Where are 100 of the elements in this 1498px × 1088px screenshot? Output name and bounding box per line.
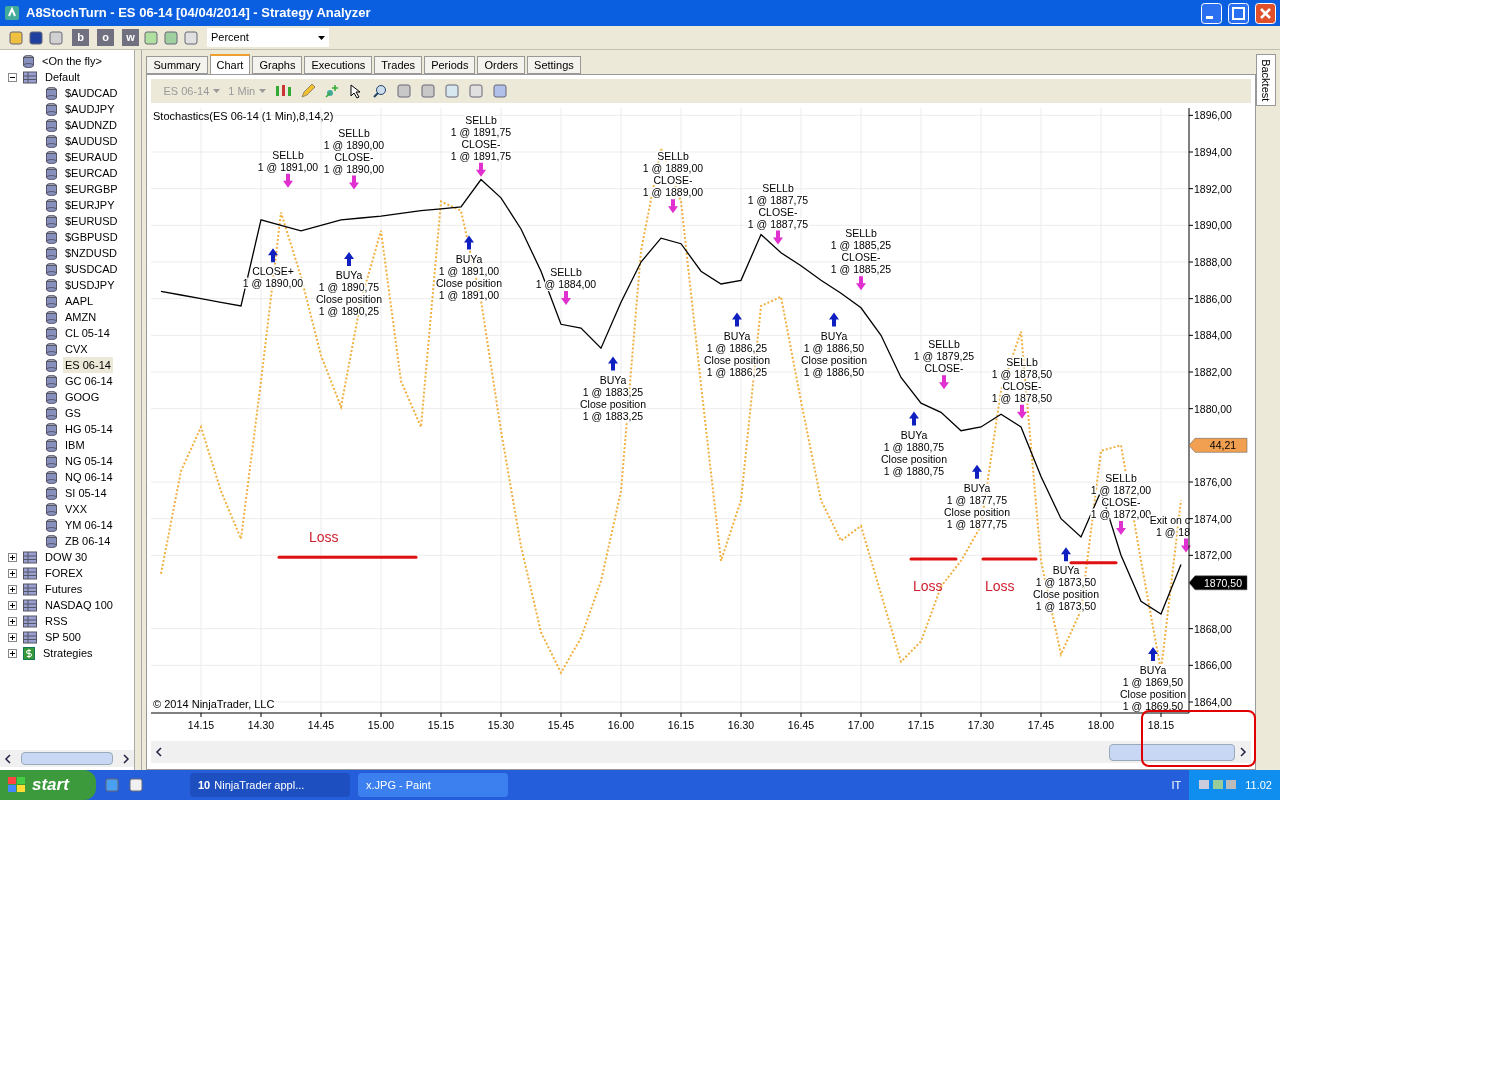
tree-item[interactable]: $AUDJPY xyxy=(63,100,117,118)
tree-item[interactable]: SP 500 xyxy=(43,628,83,646)
start-button[interactable]: start xyxy=(0,770,96,800)
axis-label: 15.30 xyxy=(488,719,515,731)
expand-icon[interactable] xyxy=(8,648,17,658)
letter-toolbar-button[interactable]: o xyxy=(97,29,114,46)
tree-item[interactable]: AAPL xyxy=(63,292,96,310)
database-icon xyxy=(46,182,57,196)
tree-item[interactable]: GC 06-14 xyxy=(63,372,115,390)
tree-item[interactable]: ZB 06-14 xyxy=(63,532,113,550)
trade-label: BUYa 1 @ 1890,75 Close position 1 @ 1890,25 xyxy=(316,269,383,317)
tree-item[interactable]: $EURUSD xyxy=(63,212,120,230)
database-icon xyxy=(46,166,57,180)
tab[interactable]: Chart xyxy=(209,54,251,74)
axis-label: 18.15 xyxy=(1148,719,1175,731)
backtest-side-tab[interactable]: Backtest xyxy=(1256,54,1277,106)
tree-item[interactable]: Default xyxy=(43,68,82,86)
buy-arrow-icon xyxy=(732,312,743,327)
scrollbar-thumb[interactable] xyxy=(1109,743,1236,761)
sell-arrow-icon xyxy=(1116,521,1127,536)
database-group-icon xyxy=(23,70,37,84)
tree-item[interactable]: $AUDCAD xyxy=(63,84,120,102)
tree-item[interactable]: $EURCAD xyxy=(63,164,120,182)
database-icon xyxy=(46,486,57,500)
tree-item[interactable]: $EURAUD xyxy=(63,148,120,166)
zoom-icon[interactable] xyxy=(372,83,389,99)
tree-item[interactable]: $AUDNZD xyxy=(63,116,119,134)
tree-item[interactable]: HG 05-14 xyxy=(63,420,115,438)
tree-item[interactable]: $AUDUSD xyxy=(63,132,120,150)
tree-item[interactable]: IBM xyxy=(63,436,87,454)
sell-arrow-icon xyxy=(349,175,360,190)
tree-item[interactable]: NASDAQ 100 xyxy=(43,596,115,614)
tree-item[interactable]: VXX xyxy=(63,500,89,518)
tab[interactable]: Executions xyxy=(304,56,373,74)
axis-label: 15.45 xyxy=(548,719,575,731)
tree-item[interactable]: YM 06-14 xyxy=(63,516,115,534)
tree-item[interactable]: NQ 06-14 xyxy=(63,468,115,486)
language-indicator: IT xyxy=(1171,777,1182,793)
tab[interactable]: Trades xyxy=(374,56,423,74)
taskbar-button[interactable]: x.JPG - Paint xyxy=(358,773,508,797)
tree-item[interactable]: $USDCAD xyxy=(63,260,120,278)
percent-dropdown[interactable]: Percent xyxy=(207,28,329,47)
tree-item[interactable]: ES 06-14 xyxy=(63,356,113,374)
tab[interactable]: Summary xyxy=(146,56,208,74)
taskbar-button[interactable]: 10 NinjaTrader appl... xyxy=(190,773,350,797)
tab[interactable]: Settings xyxy=(527,56,581,74)
tree-item[interactable]: Futures xyxy=(43,580,85,598)
axis-label: 17.45 xyxy=(1028,719,1055,731)
sell-arrow-icon xyxy=(1017,404,1028,419)
letter-toolbar-button[interactable]: w xyxy=(122,29,139,46)
trade-label: BUYa 1 @ 1886,50 Close position 1 @ 1886,50 xyxy=(801,329,868,378)
letter-toolbar-button[interactable]: b xyxy=(72,29,89,46)
axis-label: 14.45 xyxy=(308,719,335,731)
close-button[interactable] xyxy=(1255,2,1276,24)
tree-item[interactable]: $EURGBP xyxy=(63,180,120,198)
expand-icon[interactable] xyxy=(8,552,17,562)
tree-item[interactable]: $USDJPY xyxy=(63,276,117,294)
tree-item[interactable]: <On the fly> xyxy=(40,52,104,70)
axis-label: 1894,00 xyxy=(1194,146,1233,158)
database-icon xyxy=(46,470,57,484)
collapse-icon[interactable] xyxy=(8,72,17,82)
sell-arrow-icon xyxy=(773,230,784,245)
tab[interactable]: Graphs xyxy=(252,56,303,74)
database-icon xyxy=(46,230,57,244)
tree-item[interactable]: SI 05-14 xyxy=(63,484,109,502)
loss-label: Loss xyxy=(985,578,1015,594)
tree-item[interactable]: $NZDUSD xyxy=(63,244,119,262)
expand-icon[interactable] xyxy=(8,616,17,626)
horizontal-scrollbar[interactable] xyxy=(0,750,134,767)
pencil-icon[interactable] xyxy=(300,83,317,99)
tree-item[interactable]: RSS xyxy=(43,612,70,630)
tab[interactable]: Periods xyxy=(424,56,476,74)
database-icon xyxy=(46,278,57,292)
tree-item[interactable]: $EURJPY xyxy=(63,196,117,214)
expand-icon[interactable] xyxy=(8,600,17,610)
tree-item[interactable]: GOOG xyxy=(63,388,102,406)
maximize-button[interactable] xyxy=(1228,2,1249,24)
tree-item[interactable]: FOREX xyxy=(43,564,85,582)
minimize-button[interactable] xyxy=(1201,2,1222,24)
tab[interactable]: Orders xyxy=(477,56,526,74)
candlestick-icon[interactable] xyxy=(274,83,293,99)
chart-scrollbar[interactable] xyxy=(151,741,1252,763)
tree-item[interactable]: CL 05-14 xyxy=(63,324,112,342)
tree-item[interactable]: AMZN xyxy=(63,308,99,326)
tree-item[interactable]: CVX xyxy=(63,340,90,358)
tree-item[interactable]: GS xyxy=(63,404,83,422)
sell-arrow-icon xyxy=(939,375,950,390)
database-icon xyxy=(46,294,57,308)
trade-label: SELLb 1 @ 1891,00 xyxy=(258,148,319,173)
expand-icon[interactable] xyxy=(8,584,17,594)
tree-item[interactable]: DOW 30 xyxy=(43,548,90,566)
axis-label: 18.00 xyxy=(1088,719,1115,731)
tree-item[interactable]: Strategies xyxy=(41,644,95,662)
expand-icon[interactable] xyxy=(8,568,17,578)
axis-label: 15.15 xyxy=(428,719,455,731)
axis-label: 1872,00 xyxy=(1194,549,1233,562)
scrollbar-thumb[interactable] xyxy=(20,752,113,765)
expand-icon[interactable] xyxy=(8,632,17,642)
tree-item[interactable]: $GBPUSD xyxy=(63,228,120,246)
tree-item[interactable]: NG 05-14 xyxy=(63,452,115,470)
